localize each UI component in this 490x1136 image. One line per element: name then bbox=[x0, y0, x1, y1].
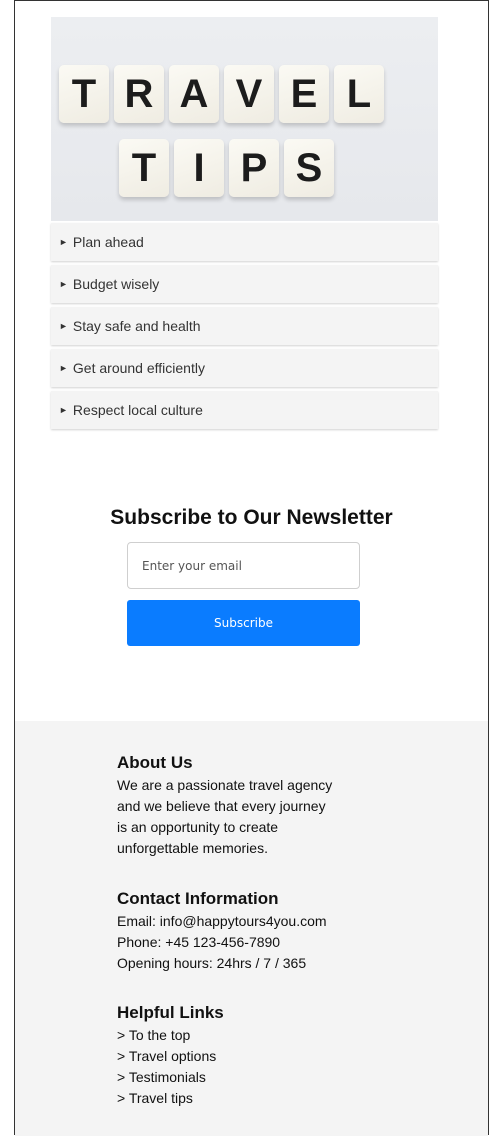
tip-plan-ahead[interactable]: ► Plan ahead bbox=[51, 223, 438, 261]
triangle-right-icon: ► bbox=[59, 279, 68, 289]
helpful-links-heading: Helpful Links bbox=[117, 1003, 224, 1022]
opening-hours: Opening hours: 24hrs / 7 / 365 bbox=[117, 955, 307, 971]
email-input[interactable] bbox=[127, 542, 360, 589]
newsletter-section: Subscribe to Our Newsletter Subscribe bbox=[15, 506, 488, 646]
letter-tile: L bbox=[334, 65, 384, 123]
about-us-section: About Us We are a passionate travel agen… bbox=[117, 753, 377, 859]
page: T R A V E L T I P S ► Plan ahead ► Budge… bbox=[14, 0, 489, 1136]
tip-budget-wisely[interactable]: ► Budget wisely bbox=[51, 265, 438, 303]
link-to-the-top[interactable]: > To the top bbox=[117, 1025, 377, 1046]
about-line: and we believe that every journey bbox=[117, 798, 326, 814]
helpful-links-section: Helpful Links > To the top > Travel opti… bbox=[117, 1003, 377, 1109]
tip-label: Get around efficiently bbox=[72, 360, 205, 376]
triangle-right-icon: ► bbox=[59, 237, 68, 247]
triangle-right-icon: ► bbox=[59, 321, 68, 331]
newsletter-title: Subscribe to Our Newsletter bbox=[110, 506, 393, 529]
footer: About Us We are a passionate travel agen… bbox=[15, 721, 488, 1136]
hero-image-travel-tips: T R A V E L T I P S bbox=[51, 17, 438, 221]
about-line: unforgettable memories. bbox=[117, 840, 268, 856]
triangle-right-icon: ► bbox=[59, 363, 68, 373]
link-travel-tips[interactable]: > Travel tips bbox=[117, 1088, 377, 1109]
contact-email: Email: info@happytours4you.com bbox=[117, 913, 327, 929]
letter-tile: T bbox=[119, 139, 169, 197]
tip-get-around[interactable]: ► Get around efficiently bbox=[51, 349, 438, 387]
tip-label: Plan ahead bbox=[72, 234, 144, 250]
triangle-right-icon: ► bbox=[59, 405, 68, 415]
link-travel-options[interactable]: > Travel options bbox=[117, 1046, 377, 1067]
letter-tile: V bbox=[224, 65, 274, 123]
link-testimonials[interactable]: > Testimonials bbox=[117, 1067, 377, 1088]
travel-tips-accordion: ► Plan ahead ► Budget wisely ► Stay safe… bbox=[51, 223, 438, 433]
tile-row-travel: T R A V E L bbox=[59, 65, 438, 123]
letter-tile: S bbox=[284, 139, 334, 197]
tip-label: Budget wisely bbox=[72, 276, 160, 292]
tip-stay-safe[interactable]: ► Stay safe and health bbox=[51, 307, 438, 345]
tip-label: Respect local culture bbox=[72, 402, 203, 418]
letter-tile: E bbox=[279, 65, 329, 123]
tip-label: Stay safe and health bbox=[72, 318, 201, 334]
letter-tile: P bbox=[229, 139, 279, 197]
letter-tile: A bbox=[169, 65, 219, 123]
letter-tile: R bbox=[114, 65, 164, 123]
letter-tile: T bbox=[59, 65, 109, 123]
about-line: We are a passionate travel agency bbox=[117, 777, 333, 793]
about-line: is an opportunity to create bbox=[117, 819, 279, 835]
about-us-text: We are a passionate travel agency and we… bbox=[117, 775, 377, 859]
letter-tile: I bbox=[174, 139, 224, 197]
contact-info-section: Contact Information Email: info@happytou… bbox=[117, 889, 377, 974]
contact-phone: Phone: +45 123-456-7890 bbox=[117, 934, 281, 950]
about-us-heading: About Us bbox=[117, 753, 193, 772]
subscribe-button[interactable]: Subscribe bbox=[127, 600, 360, 646]
tip-respect-culture[interactable]: ► Respect local culture bbox=[51, 391, 438, 429]
tile-row-tips: T I P S bbox=[119, 139, 438, 197]
contact-heading: Contact Information bbox=[117, 889, 279, 908]
